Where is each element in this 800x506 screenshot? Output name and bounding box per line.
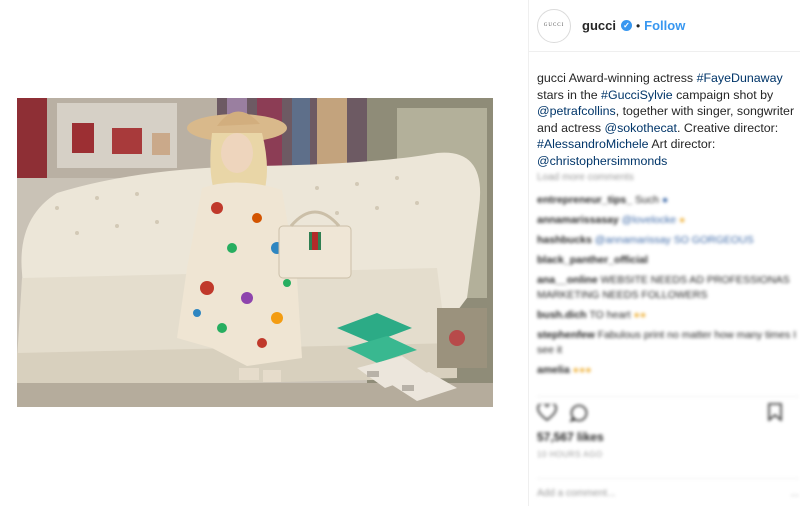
comment-item: stephenfew Fabulous print no matter how … [537, 328, 799, 358]
mention-christophersimmonds[interactable]: @christophersimmonds [537, 154, 667, 168]
hashtag-guccisylvie[interactable]: #GucciSylvie [601, 88, 673, 102]
header-username[interactable]: gucci [582, 18, 616, 33]
caption-text-5: . Creative director: [677, 120, 779, 135]
comment-user[interactable]: entrepreneur_tips_ [537, 194, 632, 206]
comment-text: TO heart [589, 309, 631, 321]
comment-item: black_panther_official [537, 253, 799, 268]
comment-item: ana__online WEBSITE NEEDS AD PROFESSIONA… [537, 273, 799, 303]
campaign-photo-illustration [17, 98, 493, 407]
hashtag-alessandromichele[interactable]: #AlessandroMichele [537, 137, 649, 151]
bookmark-icon[interactable] [765, 403, 785, 422]
avatar[interactable]: GUCCI [537, 8, 571, 43]
mention-petrafcollins[interactable]: @petrafcollins [537, 104, 616, 118]
caption-text-1: Award-winning actress [565, 71, 697, 85]
caption-text-6: Art director: [648, 137, 716, 152]
add-comment-input[interactable]: Add a comment... [537, 488, 615, 499]
post-header: GUCCI gucci ✓ • Follow [529, 0, 800, 52]
post-media-area [0, 0, 528, 506]
comment-text: @annamarissay SO GORGEOUS [594, 234, 754, 246]
comment-text: Such [635, 194, 659, 206]
comment-item: amelia ●●● [537, 364, 592, 376]
comment-text[interactable]: @lovelocke [622, 214, 676, 226]
caption-username[interactable]: gucci [537, 71, 566, 85]
verified-badge-icon: ✓ [620, 20, 632, 31]
more-options-icon[interactable]: ... [791, 488, 799, 499]
caption-text-3: campaign shot by [672, 87, 774, 102]
comment-icon[interactable] [569, 404, 589, 422]
comment-user[interactable]: bush.dich [537, 309, 587, 321]
comment-user[interactable]: hashbucks [537, 234, 592, 246]
comment-user[interactable]: stephenfew [537, 329, 595, 341]
comment-item: hashbucks @annamarissay SO GORGEOUS [537, 233, 799, 248]
heart-icon[interactable] [537, 402, 557, 422]
post-timestamp: 10 HOURS AGO [537, 450, 603, 459]
add-comment-bar: Add a comment... ... [537, 478, 799, 499]
hashtag-fayedunaway[interactable]: #FayeDunaway [697, 71, 783, 85]
post-actions [537, 396, 799, 422]
mention-sokothecat[interactable]: @sokothecat [605, 121, 678, 135]
comments-list: Load more comments entrepreneur_tips_ Su… [537, 172, 799, 378]
comment-user[interactable]: annamarissasay [537, 214, 619, 226]
comment-item: bush.dich TO heart ●● [537, 309, 647, 321]
header-separator: • [635, 18, 641, 33]
post-panel: GUCCI gucci ✓ • Follow gucci Award-winni… [528, 0, 800, 506]
caption-text-2: stars in the [537, 87, 602, 102]
comment-user[interactable]: amelia [537, 364, 570, 376]
follow-button[interactable]: Follow [644, 18, 685, 33]
post-photo[interactable] [17, 98, 493, 407]
likes-count[interactable]: 57,567 likes [537, 430, 604, 444]
post-caption: gucci Award-winning actress #FayeDunaway… [537, 70, 797, 170]
load-more-comments[interactable]: Load more comments [537, 172, 799, 188]
comment-item: entrepreneur_tips_ Such ● [537, 194, 669, 206]
comment-user[interactable]: black_panther_official [537, 254, 648, 266]
comment-item: annamarissasay @lovelocke ● [537, 214, 686, 226]
comment-user[interactable]: ana__online [537, 274, 598, 286]
